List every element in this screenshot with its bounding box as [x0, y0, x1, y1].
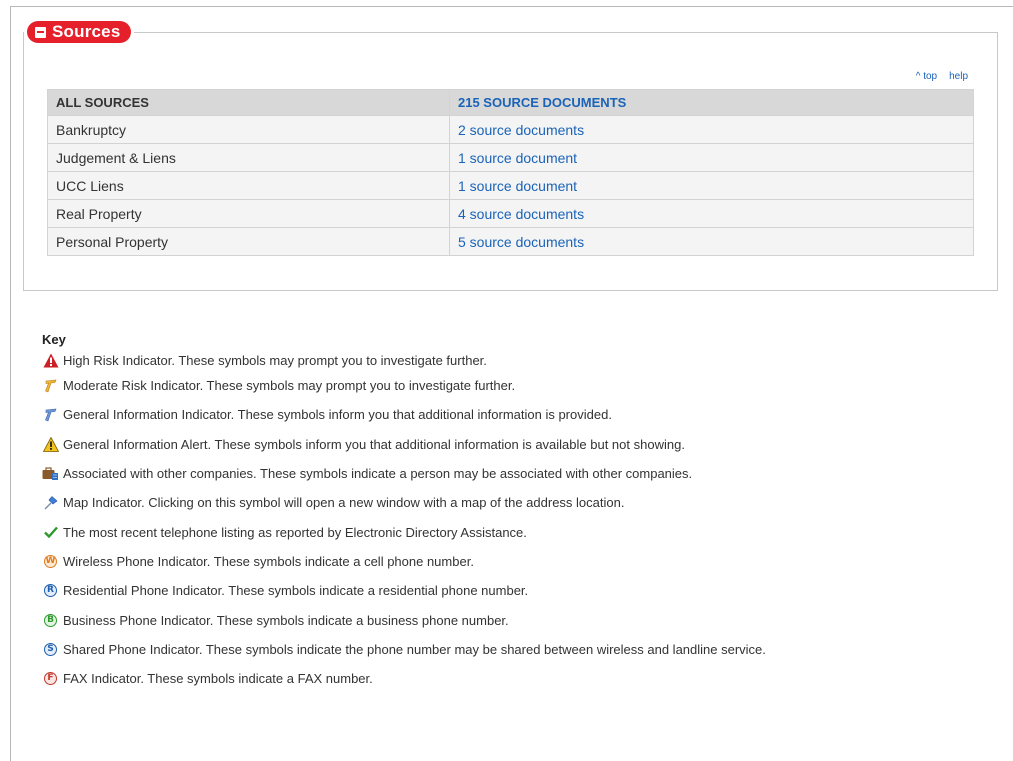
key-item-text: The most recent telephone listing as rep… [63, 524, 527, 540]
top-link[interactable]: ^ top [916, 71, 937, 82]
business-phone-icon: B [42, 612, 59, 629]
table-row: Personal Property 5 source documents [47, 227, 974, 256]
key-item-moderate-risk: Moderate Risk Indicator. These symbols m… [42, 371, 982, 400]
residential-phone-icon: R [42, 582, 59, 599]
key-item-text: High Risk Indicator. These symbols may p… [63, 352, 487, 368]
key-item-text: Shared Phone Indicator. These symbols in… [63, 641, 766, 657]
row-documents-link[interactable]: 2 source documents [449, 115, 974, 144]
key-item-text: FAX Indicator. These symbols indicate a … [63, 671, 373, 687]
row-category: Personal Property [47, 227, 450, 256]
key-item-text: Wireless Phone Indicator. These symbols … [63, 553, 474, 569]
row-documents-link[interactable]: 1 source document [449, 171, 974, 200]
key-item-text: General Information Indicator. These sym… [63, 407, 612, 423]
sources-section-header[interactable]: Sources [27, 21, 131, 43]
wireless-phone-icon: W [44, 554, 57, 568]
key-item-business: B Business Phone Indicator. These symbol… [42, 605, 982, 634]
moderate-risk-icon [42, 377, 59, 394]
key-item-text: Business Phone Indicator. These symbols … [63, 612, 509, 628]
table-row: Judgement & Liens 1 source document [47, 143, 974, 172]
sources-title: Sources [52, 22, 121, 41]
row-category: Judgement & Liens [47, 143, 450, 172]
key-item-text: Map Indicator. Clicking on this symbol w… [63, 495, 625, 511]
key-item-residential: R Residential Phone Indicator. These sym… [42, 576, 982, 605]
sources-table: ALL SOURCES 215 SOURCE DOCUMENTS Bankrup… [47, 89, 974, 256]
key-list: High Risk Indicator. These symbols may p… [42, 349, 982, 693]
collapse-icon[interactable] [35, 26, 46, 38]
row-documents-link[interactable]: 1 source document [449, 143, 974, 172]
key-item-recent-listing: The most recent telephone listing as rep… [42, 517, 982, 546]
map-pin-icon [42, 494, 59, 511]
key-item-general-alert: General Information Alert. These symbols… [42, 430, 982, 459]
general-info-icon [42, 406, 59, 423]
row-documents-link[interactable]: 4 source documents [449, 199, 974, 228]
header-total-documents-link[interactable]: 215 SOURCE DOCUMENTS [449, 89, 974, 116]
row-category: Bankruptcy [47, 115, 450, 144]
key-item-text: Associated with other companies. These s… [63, 466, 693, 482]
shared-phone-icon: S [42, 641, 59, 658]
row-category: UCC Liens [47, 171, 450, 200]
key-title: Key [42, 332, 66, 347]
header-all-sources: ALL SOURCES [47, 89, 450, 116]
key-item-fax: F FAX Indicator. These symbols indicate … [42, 664, 982, 693]
key-item-high-risk: High Risk Indicator. These symbols may p… [42, 349, 982, 371]
section-links: ^ top help [916, 71, 968, 82]
table-row: UCC Liens 1 source document [47, 171, 974, 200]
row-documents-link[interactable]: 5 source documents [449, 227, 974, 256]
key-item-text: Residential Phone Indicator. These symbo… [63, 583, 529, 599]
checkmark-icon [42, 524, 59, 541]
key-item-text: General Information Alert. These symbols… [63, 436, 685, 452]
table-row: Real Property 4 source documents [47, 199, 974, 228]
key-item-associated-companies: Associated with other companies. These s… [42, 459, 982, 488]
key-item-general-info: General Information Indicator. These sym… [42, 400, 982, 429]
help-link[interactable]: help [949, 71, 968, 82]
key-item-shared: S Shared Phone Indicator. These symbols … [42, 635, 982, 664]
table-header-row: ALL SOURCES 215 SOURCE DOCUMENTS [47, 89, 974, 116]
key-item-wireless: W Wireless Phone Indicator. These symbol… [42, 547, 982, 576]
key-legend: Key High Risk Indicator. These symbols m… [42, 332, 982, 693]
row-category: Real Property [47, 199, 450, 228]
table-row: Bankruptcy 2 source documents [47, 115, 974, 144]
high-risk-icon [42, 352, 59, 369]
associated-companies-icon [42, 465, 59, 482]
general-alert-icon [42, 436, 59, 453]
key-item-text: Moderate Risk Indicator. These symbols m… [63, 378, 516, 394]
fax-icon: F [42, 670, 59, 687]
key-item-map: Map Indicator. Clicking on this symbol w… [42, 488, 982, 517]
